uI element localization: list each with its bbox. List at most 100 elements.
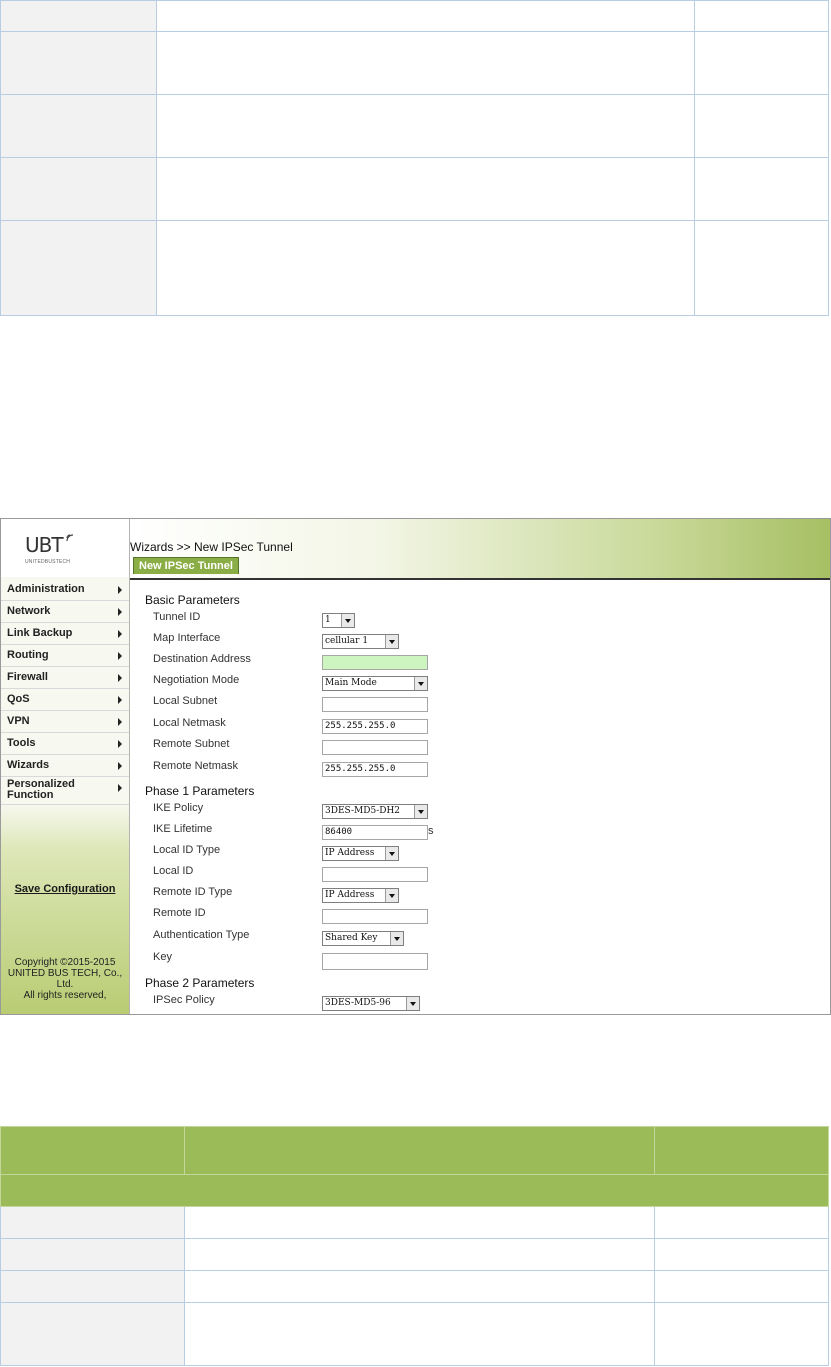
authentication-type-value: Shared Key [325, 933, 378, 943]
local-id-input[interactable] [322, 867, 428, 882]
chevron-right-icon [118, 586, 122, 594]
remote-netmask-label: Remote Netmask [153, 760, 238, 772]
logo-subtext: UNITEDBUSTECH [25, 559, 71, 565]
sidebar-item-link-backup[interactable]: Link Backup [1, 623, 129, 645]
table-cell [0, 94, 157, 158]
save-configuration-link[interactable]: Save Configuration [1, 883, 129, 895]
remote-id-type-value: IP Address [325, 890, 375, 900]
table-row [0, 1238, 829, 1271]
destination-address-input[interactable] [322, 655, 428, 670]
ipsec-policy-value: 3DES-MD5-96 [325, 998, 391, 1008]
tab-new-ipsec-tunnel[interactable]: New IPSec Tunnel [133, 557, 239, 574]
authentication-type-label: Authentication Type [153, 929, 250, 941]
table-cell [156, 94, 695, 158]
breadcrumb: Wizards >> New IPSec Tunnel [130, 540, 293, 554]
sidebar-item-label: Wizards [7, 759, 50, 771]
negotiation-mode-select[interactable]: Main Mode [322, 676, 428, 691]
table-section-cell [0, 1174, 829, 1207]
sidebar-item-administration[interactable]: Administration [1, 579, 129, 601]
sidebar-item-vpn[interactable]: VPN [1, 711, 129, 733]
table-row [0, 1270, 829, 1303]
chevron-right-icon [118, 740, 122, 748]
sidebar-item-label: Firewall [7, 671, 48, 683]
destination-address-label: Destination Address [153, 653, 251, 665]
sidebar-item-label: Link Backup [7, 627, 73, 639]
chevron-right-icon [118, 630, 122, 638]
table-cell [0, 1206, 185, 1239]
chevron-down-icon [385, 635, 398, 648]
table-header-cell [654, 1126, 829, 1175]
table-header-row [0, 1126, 829, 1175]
sidebar-item-firewall[interactable]: Firewall [1, 667, 129, 689]
table-cell [0, 1302, 185, 1366]
table-cell [694, 0, 829, 32]
table-cell [694, 157, 829, 221]
chevron-down-icon [341, 614, 354, 627]
local-netmask-label: Local Netmask [153, 717, 226, 729]
table-cell [156, 220, 695, 316]
tunnel-id-label: Tunnel ID [153, 611, 201, 623]
sidebar-item-qos[interactable]: QoS [1, 689, 129, 711]
table-cell [0, 157, 157, 221]
sidebar-item-tools[interactable]: Tools [1, 733, 129, 755]
local-id-label: Local ID [153, 865, 194, 877]
tunnel-id-select[interactable]: 1 [322, 613, 355, 628]
table-cell [156, 157, 695, 221]
remote-netmask-input[interactable]: 255.255.255.0 [322, 762, 428, 777]
remote-subnet-input[interactable] [322, 740, 428, 755]
table-section-row [0, 1174, 829, 1207]
sidebar-item-personalized-function[interactable]: Personalized Function [1, 777, 129, 805]
section-phase1-parameters: Phase 1 Parameters [145, 784, 255, 798]
sidebar-item-label: Tools [7, 737, 36, 749]
remote-id-type-select[interactable]: IP Address [322, 888, 399, 903]
table-cell [654, 1206, 829, 1239]
remote-subnet-label: Remote Subnet [153, 738, 230, 750]
chevron-down-icon [385, 847, 398, 860]
table-cell [184, 1206, 655, 1239]
table-cell [0, 1238, 185, 1271]
copyright-line: All rights reserved, [23, 990, 107, 1001]
table-cell [184, 1238, 655, 1271]
sidebar-item-label: VPN [7, 715, 30, 727]
sidebar: UBT UNITEDBUSTECH Administration Network… [1, 519, 130, 1014]
chevron-down-icon [390, 932, 403, 945]
ike-lifetime-label: IKE Lifetime [153, 823, 213, 835]
authentication-type-select[interactable]: Shared Key [322, 931, 404, 946]
local-netmask-input[interactable]: 255.255.255.0 [322, 719, 428, 734]
table-cell [654, 1302, 829, 1366]
remote-id-type-label: Remote ID Type [153, 886, 233, 898]
chevron-right-icon [118, 718, 122, 726]
sidebar-item-wizards[interactable]: Wizards [1, 755, 129, 777]
local-id-type-select[interactable]: IP Address [322, 846, 399, 861]
copyright: Copyright ©2015-2015 UNITED BUS TECH, Co… [1, 957, 129, 1001]
chevron-down-icon [406, 997, 419, 1010]
sidebar-item-label: Routing [7, 649, 49, 661]
local-subnet-input[interactable] [322, 697, 428, 712]
sidebar-item-network[interactable]: Network [1, 601, 129, 623]
table-cell [694, 31, 829, 95]
table-cell [694, 94, 829, 158]
table-cell [694, 220, 829, 316]
key-input[interactable] [322, 953, 428, 970]
chevron-down-icon [385, 889, 398, 902]
table-cell [156, 31, 695, 95]
chevron-right-icon [118, 784, 122, 792]
sidebar-item-routing[interactable]: Routing [1, 645, 129, 667]
ike-lifetime-input[interactable]: 86400 [322, 825, 428, 840]
chevron-right-icon [118, 762, 122, 770]
map-interface-value: cellular 1 [325, 636, 369, 646]
table-header-cell [0, 1126, 185, 1175]
table-row [0, 0, 829, 32]
ipsec-policy-select[interactable]: 3DES-MD5-96 [322, 996, 420, 1011]
signal-icon [66, 534, 74, 542]
map-interface-label: Map Interface [153, 632, 221, 644]
local-id-type-label: Local ID Type [153, 844, 221, 856]
ike-policy-select[interactable]: 3DES-MD5-DH2 [322, 804, 428, 819]
top-table [0, 0, 829, 316]
logo-text: UBT [25, 533, 64, 557]
section-phase2-parameters: Phase 2 Parameters [145, 976, 255, 990]
table-cell [184, 1270, 655, 1303]
remote-id-input[interactable] [322, 909, 428, 924]
sidebar-menu: Administration Network Link Backup Routi… [1, 579, 129, 805]
map-interface-select[interactable]: cellular 1 [322, 634, 399, 649]
